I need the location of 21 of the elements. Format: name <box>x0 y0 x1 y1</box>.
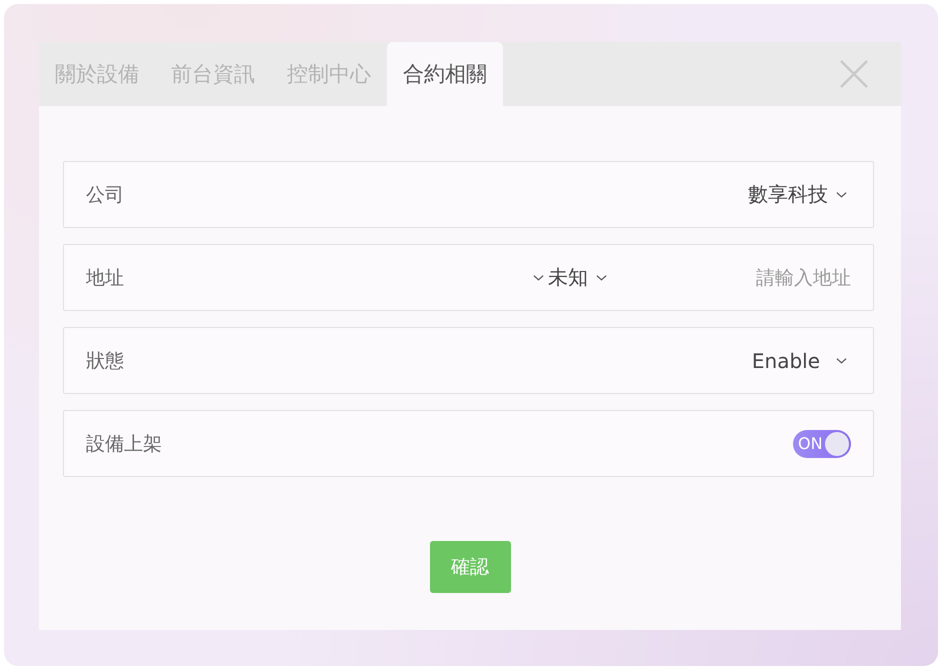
select-dropdown[interactable]: 數享科技 <box>748 181 851 208</box>
confirm-button[interactable]: 確認 <box>430 541 510 593</box>
chevron-down-icon <box>836 356 847 364</box>
tab[interactable]: 合約相關 <box>387 42 503 106</box>
field-label: 狀態 <box>86 348 125 374</box>
chevron-down-icon <box>836 190 847 198</box>
select-value: Enable <box>752 348 820 372</box>
address-input[interactable]: 請輸入地址 <box>721 266 851 288</box>
tab[interactable]: 關於設備 <box>39 42 155 106</box>
field-label: 地址 <box>86 266 125 290</box>
tab[interactable]: 前台資訊 <box>155 42 271 106</box>
select-dropdown[interactable]: Enable <box>752 348 851 372</box>
select-value: 未知 <box>548 264 588 291</box>
chevron-down-icon <box>596 274 607 282</box>
select-value: 數享科技 <box>748 181 828 208</box>
chevron-down-icon <box>533 274 544 282</box>
select-dropdown[interactable]: 未知 <box>548 264 611 291</box>
tab[interactable]: 控制中心 <box>271 42 387 106</box>
field-label: 公司 <box>86 182 125 208</box>
field-label: 設備上架 <box>86 432 163 456</box>
toggle-switch[interactable]: ON <box>793 430 851 458</box>
